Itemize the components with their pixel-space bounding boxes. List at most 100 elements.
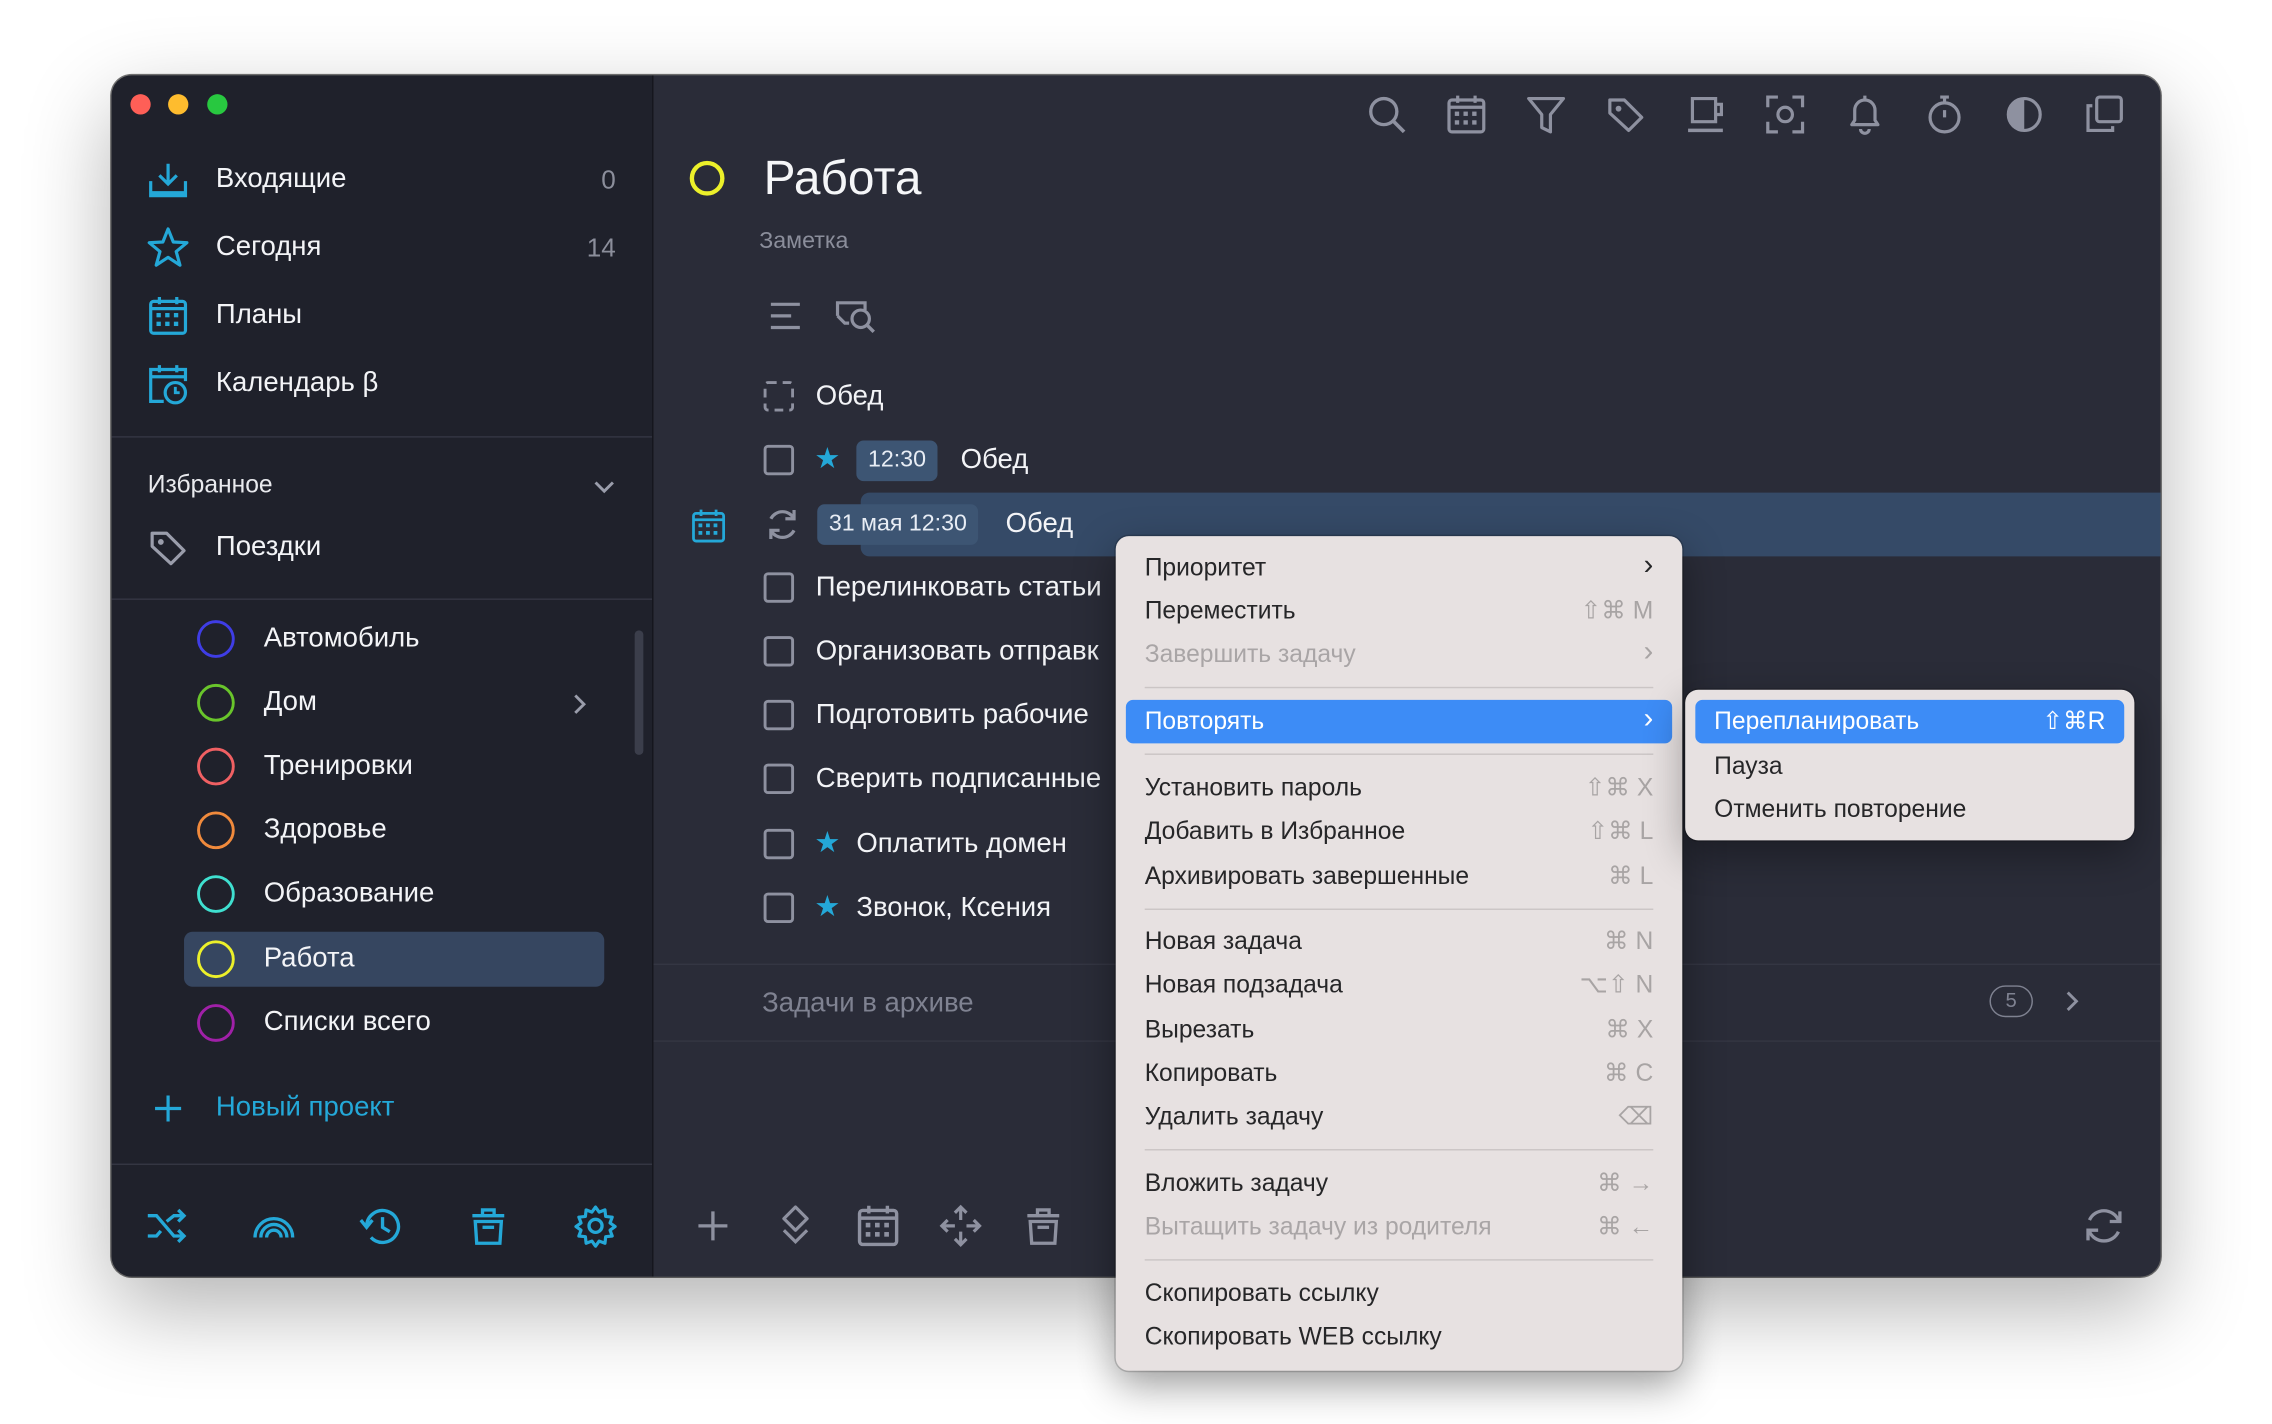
menu-item-label: Отменить повторение [1714, 795, 1967, 824]
copy-window-icon[interactable] [2082, 93, 2125, 136]
list-menu-icon[interactable] [768, 300, 803, 332]
menu-item-label: Копировать [1144, 1059, 1278, 1087]
filter-icon[interactable] [1524, 93, 1567, 136]
project-item[interactable]: Автомобиль [184, 611, 604, 666]
menu-item-label: Вырезать [1144, 1015, 1255, 1044]
shuffle-icon[interactable] [143, 1203, 189, 1249]
menu-item-shortcut: ⇧⌘ L [1587, 817, 1654, 845]
sidebar-item-label: Поездки [215, 531, 322, 563]
project-item[interactable]: Образование [184, 867, 604, 922]
menu-item-nest-task[interactable]: Вложить задачу ⌘ → [1126, 1162, 1672, 1205]
menu-item-complete[interactable]: Завершить задачу › [1126, 633, 1672, 676]
task-checkbox[interactable] [763, 572, 795, 603]
close-window-button[interactable] [130, 94, 151, 115]
sidebar-item-calendar[interactable]: Календарь β [112, 355, 652, 413]
sidebar-item-plans[interactable]: Планы [112, 287, 652, 345]
page-title[interactable]: Работа [764, 151, 922, 206]
menu-item-archive-completed[interactable]: Архивировать завершенные ⌘ L [1126, 855, 1672, 898]
star-icon: ★ [814, 443, 841, 476]
project-item[interactable]: Списки всего [184, 995, 604, 1050]
menu-item-add-favorite[interactable]: Добавить в Избранное ⇧⌘ L [1126, 810, 1672, 853]
project-item-selected[interactable]: Работа [184, 931, 605, 987]
date-badge: 31 мая 12:30 [817, 504, 979, 545]
calendar-icon[interactable] [690, 507, 728, 545]
coffee-icon[interactable] [1684, 93, 1727, 136]
task-checkbox[interactable] [763, 892, 795, 924]
menu-item-cancel-repeat[interactable]: Отменить повторение [1695, 788, 2124, 831]
sync-icon[interactable] [2081, 1203, 2127, 1249]
menu-item-shortcut: ⌘ N [1604, 927, 1654, 955]
menu-item-repeat[interactable]: Повторять › [1125, 699, 1673, 744]
focus-icon[interactable] [1763, 93, 1806, 136]
minimize-window-button[interactable] [168, 94, 189, 115]
chevron-right-icon[interactable] [572, 693, 586, 716]
task-checkbox[interactable] [763, 828, 795, 860]
project-color-ring[interactable] [689, 160, 725, 196]
menu-item-move[interactable]: Переместить ⇧⌘ M [1126, 590, 1672, 633]
task-checkbox[interactable] [763, 444, 795, 476]
sidebar-item-inbox[interactable]: Входящие 0 [112, 151, 652, 209]
menu-divider [1144, 1259, 1654, 1261]
calendar-icon[interactable] [855, 1203, 901, 1249]
sort-icon[interactable] [772, 1203, 818, 1249]
menu-item-label: Вытащить задачу из родителя [1144, 1212, 1492, 1241]
divider [111, 436, 653, 438]
project-label: Работа [263, 943, 355, 974]
calendar-icon[interactable] [1445, 93, 1488, 136]
search-icon[interactable] [1365, 93, 1408, 136]
menu-item-copy-web-link[interactable]: Скопировать WEB ссылку [1126, 1316, 1672, 1359]
sidebar-item-today[interactable]: Сегодня 14 [112, 219, 652, 277]
rainbow-icon[interactable] [251, 1203, 297, 1249]
menu-item-label: Перепланировать [1714, 707, 1920, 735]
chevron-down-icon[interactable] [593, 478, 616, 495]
menu-item-pause[interactable]: Пауза [1695, 745, 2124, 788]
menu-item-new-task[interactable]: Новая задача ⌘ N [1126, 920, 1672, 963]
search-comment-icon[interactable] [833, 296, 876, 337]
task-title: Организовать отправк [815, 636, 1099, 667]
menu-item-new-subtask[interactable]: Новая подзадача ⌥⇧ N [1126, 964, 1672, 1007]
tag-icon[interactable] [1604, 93, 1647, 136]
sidebar-item-trips[interactable]: Поездки [112, 519, 652, 577]
menu-item-shortcut: ⌫ [1618, 1102, 1654, 1131]
menu-item-shortcut: ⌘ X [1605, 1015, 1654, 1044]
menu-item-delete-task[interactable]: Удалить задачу ⌫ [1126, 1095, 1672, 1138]
add-icon[interactable] [690, 1203, 736, 1249]
project-item[interactable]: Тренировки [184, 739, 604, 794]
settings-icon[interactable] [572, 1203, 618, 1249]
note-field[interactable]: Заметка [759, 229, 848, 255]
task-row[interactable]: ★ 12:30 Обед [763, 432, 2068, 490]
menu-divider [1144, 908, 1654, 910]
zoom-window-button[interactable] [207, 94, 228, 115]
bell-icon[interactable] [1843, 93, 1886, 136]
new-project-button[interactable]: Новый проект [146, 1087, 523, 1130]
menu-item-reschedule[interactable]: Перепланировать ⇧⌘R [1695, 699, 2125, 744]
menu-item-cut[interactable]: Вырезать ⌘ X [1126, 1009, 1672, 1052]
menu-item-set-password[interactable]: Установить пароль ⇧⌘ X [1126, 767, 1672, 810]
contrast-icon[interactable] [2003, 93, 2046, 136]
menu-item-copy-link[interactable]: Скопировать ссылку [1126, 1272, 1672, 1315]
menu-item-copy[interactable]: Копировать ⌘ C [1126, 1052, 1672, 1095]
chevron-right-icon[interactable] [2065, 990, 2079, 1013]
menu-item-priority[interactable]: Приоритет › [1126, 546, 1672, 589]
trash-icon[interactable] [465, 1203, 511, 1249]
project-item[interactable]: Здоровье [184, 803, 604, 858]
task-row[interactable]: Обед [763, 368, 2068, 426]
task-checkbox[interactable] [763, 636, 795, 667]
chevron-right-icon: › [1643, 549, 1654, 582]
project-item[interactable]: Дом [184, 675, 604, 730]
sidebar: Входящие 0 Сегодня 14 Планы Календарь β … [111, 75, 654, 1277]
task-checkbox[interactable] [763, 381, 795, 412]
task-title: Обед [960, 444, 1029, 476]
menu-item-shortcut: ⇧⌘R [2042, 707, 2106, 735]
task-title: Обед [815, 381, 884, 412]
project-color-ring [197, 875, 235, 913]
timer-icon[interactable] [1923, 93, 1966, 136]
task-checkbox[interactable] [763, 699, 795, 731]
task-checkbox[interactable] [763, 763, 795, 795]
scrollbar[interactable] [634, 630, 644, 755]
menu-item-unnest-task[interactable]: Вытащить задачу из родителя ⌘ ← [1126, 1206, 1672, 1249]
project-color-ring [197, 683, 235, 722]
trash-icon[interactable] [1020, 1203, 1066, 1249]
move-icon[interactable] [938, 1203, 984, 1249]
history-icon[interactable] [358, 1203, 404, 1249]
